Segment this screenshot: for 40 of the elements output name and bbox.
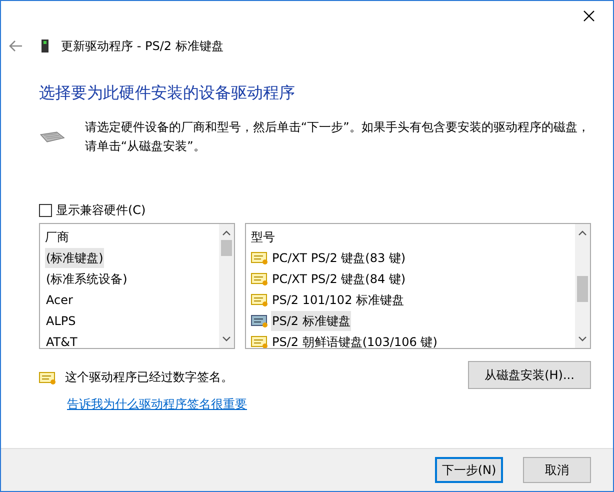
window-title: 更新驱动程序 - PS/2 标准键盘 — [61, 38, 224, 54]
close-icon — [583, 10, 595, 22]
certificate-icon — [251, 314, 269, 328]
device-icon — [41, 39, 49, 53]
list-item[interactable]: PS/2 朝鲜语键盘(103/106 键) — [271, 332, 438, 348]
keyboard-icon — [39, 130, 65, 144]
list-item[interactable]: (标准键盘) — [45, 248, 104, 268]
checkbox[interactable] — [39, 204, 52, 217]
certificate-icon — [39, 370, 57, 384]
back-arrow-icon[interactable] — [9, 40, 23, 52]
scrollbar[interactable] — [219, 224, 234, 348]
certificate-icon — [251, 334, 269, 348]
list-item[interactable]: PC/XT PS/2 键盘(84 键) — [271, 268, 407, 288]
scroll-up-icon[interactable] — [222, 230, 231, 236]
dialog-button[interactable]: 下一步(N) — [435, 457, 503, 483]
scroll-down-icon[interactable] — [578, 336, 587, 342]
certificate-icon — [251, 250, 269, 264]
scrollbar[interactable] — [575, 224, 590, 348]
instruction-text: 请选定硬件设备的厂商和型号，然后单击“下一步”。如果手头有包含要安装的驱动程序的磁盘，请单击“从磁盘安装”。 — [84, 119, 590, 155]
certificate-icon — [251, 292, 269, 306]
list-item[interactable]: PS/2 101/102 标准键盘 — [271, 290, 406, 310]
checkbox-label[interactable]: 显示兼容硬件(C) — [56, 202, 146, 219]
page-heading: 选择要为此硬件安装的设备驱动程序 — [39, 83, 296, 104]
dialog-button[interactable]: 取消 — [523, 457, 591, 483]
list-item[interactable]: (标准系统设备) — [45, 268, 128, 288]
list-item[interactable]: ALPS — [45, 310, 77, 330]
list-item[interactable]: Acer — [45, 290, 74, 310]
scroll-thumb[interactable] — [221, 240, 232, 256]
signature-info-link[interactable]: 告诉我为什么驱动程序签名很重要 — [67, 396, 247, 413]
signature-text: 这个驱动程序已经过数字签名。 — [65, 369, 233, 386]
scroll-thumb[interactable] — [577, 276, 588, 302]
list-item[interactable]: PC/XT PS/2 键盘(83 键) — [271, 248, 407, 268]
list-item[interactable]: PS/2 标准键盘 — [271, 310, 352, 330]
certificate-icon — [251, 272, 269, 286]
list-header: 型号 — [251, 229, 276, 246]
scroll-up-icon[interactable] — [578, 230, 587, 236]
list-item[interactable]: AT&T — [45, 332, 78, 348]
list-header: 厂商 — [45, 229, 70, 246]
scroll-down-icon[interactable] — [222, 336, 231, 342]
have-disk-button[interactable]: 从磁盘安装(H)... — [468, 361, 591, 389]
